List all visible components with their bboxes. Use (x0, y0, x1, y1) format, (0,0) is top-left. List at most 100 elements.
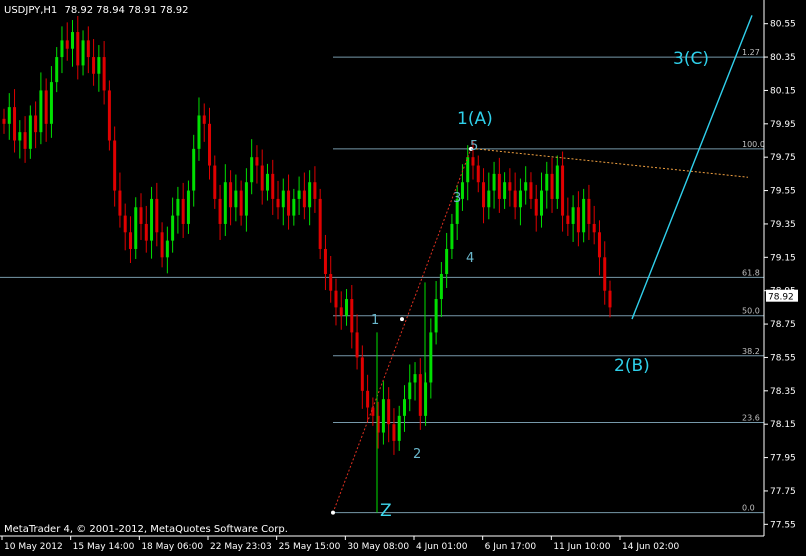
candle-body (492, 173, 496, 191)
candle-body (23, 132, 27, 149)
candle-body (445, 248, 449, 275)
wave-label: 2 (413, 447, 421, 462)
candle-body (113, 140, 117, 191)
candle-body (260, 165, 264, 191)
candle-body (76, 32, 80, 66)
symbol-label: USDJPY,H1 (4, 5, 57, 16)
candle-body (434, 299, 438, 333)
x-tick-label: 30 May 08:00 (347, 542, 409, 552)
fib-level-label: 0.0 (742, 504, 755, 513)
candle-body (65, 40, 69, 49)
candle-body (39, 90, 43, 133)
y-tick-label: 78.15 (770, 420, 796, 430)
candle-body (297, 190, 301, 199)
candle-body (355, 332, 359, 358)
candle-body (97, 57, 101, 74)
candle-body (139, 207, 143, 224)
candle-body (81, 40, 85, 66)
price-tag-value: 78.92 (768, 293, 794, 303)
candle-body (439, 274, 443, 300)
candle-body (71, 32, 75, 49)
candle-body (360, 357, 364, 391)
candle-body (366, 390, 370, 408)
y-tick-label: 78.75 (770, 320, 796, 330)
candle-body (397, 415, 401, 441)
wave-trend-dotted (332, 148, 472, 513)
candle-body (123, 215, 127, 233)
candle-body (302, 190, 306, 208)
candle-body (244, 182, 248, 216)
x-tick-label: 14 Jun 02:00 (622, 542, 679, 552)
candle-body (186, 190, 190, 224)
candle-body (381, 399, 385, 433)
candle-body (587, 198, 591, 224)
candle-body (250, 157, 254, 183)
candle-body (487, 190, 491, 208)
chart-header: USDJPY,H1 78.92 78.94 78.91 78.92 (4, 5, 189, 16)
candle-body (592, 223, 596, 233)
wave-anchor-start (331, 510, 335, 515)
candle-body (571, 207, 575, 224)
wave-label: 2(B) (614, 356, 650, 376)
candle-body (292, 198, 296, 216)
candle-body (192, 148, 196, 191)
y-tick-label: 79.55 (770, 187, 796, 197)
candle-body (107, 90, 111, 141)
candle-body (223, 182, 227, 224)
candle-body (555, 165, 559, 199)
candle-body (402, 399, 406, 416)
candle-body (561, 165, 565, 216)
copyright-label: MetaTrader 4, © 2001-2012, MetaQuotes So… (4, 524, 288, 535)
candle-body (597, 232, 601, 258)
candle-body (550, 173, 554, 199)
candle-body (165, 240, 169, 258)
fibonacci-levels: 1.27 100.0 61.8 50.0 38.2 23.6 0.0 (0, 48, 765, 514)
wave-anchor-mid (400, 317, 404, 322)
x-tick-label: 4 Jun 01:00 (416, 542, 468, 552)
candle-body (234, 190, 238, 208)
candle-body (518, 190, 522, 208)
wave-labels: 1(A) 2(B) 3(C) Z 1 2 3 4 5 (371, 49, 709, 521)
y-tick-label: 77.75 (770, 487, 796, 497)
y-tick-label: 77.95 (770, 454, 796, 464)
x-tick-label: 22 May 23:03 (210, 542, 272, 552)
candle-body (13, 107, 17, 141)
y-tick-label: 80.55 (770, 20, 796, 30)
x-tick-label: 6 Jun 17:00 (485, 542, 537, 552)
axes: 80.55 80.35 80.15 79.95 79.75 79.55 79.35 79.15… (0, 0, 796, 552)
candle-body (218, 198, 222, 224)
fib-level-label: 23.6 (742, 414, 760, 423)
candle-body (471, 157, 475, 166)
y-tick-label: 78.55 (770, 353, 796, 363)
price-chart[interactable]: 1.27 100.0 61.8 50.0 38.2 23.6 0.0 1(A) 2(B) 3(C… (0, 0, 806, 556)
candle-body (86, 40, 90, 58)
y-tick-label: 79.75 (770, 153, 796, 163)
candle-body (118, 190, 122, 216)
wave-label: 4 (466, 251, 474, 266)
candle-body (155, 198, 159, 233)
fib-level-label: 50.0 (742, 307, 760, 316)
wave-label: 5 (470, 139, 478, 154)
candle-body (134, 207, 138, 249)
candle-body (55, 57, 59, 83)
candle-body (482, 182, 486, 208)
candle-body (202, 115, 206, 124)
candle-body (150, 198, 154, 241)
candle-body (524, 182, 528, 191)
candle-body (60, 40, 64, 58)
candle-body (265, 173, 269, 191)
chart-svg: 1.27 100.0 61.8 50.0 38.2 23.6 0.0 1(A) 2(B) 3(C… (0, 0, 798, 552)
candle-body (276, 198, 280, 208)
y-tick-label: 78.35 (770, 387, 796, 397)
candle-body (576, 207, 580, 233)
candlestick-series (2, 16, 612, 455)
candle-body (144, 223, 148, 241)
candle-body (513, 190, 517, 208)
candle-body (128, 232, 132, 249)
candle-body (197, 115, 201, 149)
y-tick-label: 80.35 (770, 53, 796, 63)
candle-body (539, 190, 543, 216)
candle-body (345, 299, 349, 316)
candle-body (171, 215, 175, 241)
candle-body (392, 424, 396, 441)
